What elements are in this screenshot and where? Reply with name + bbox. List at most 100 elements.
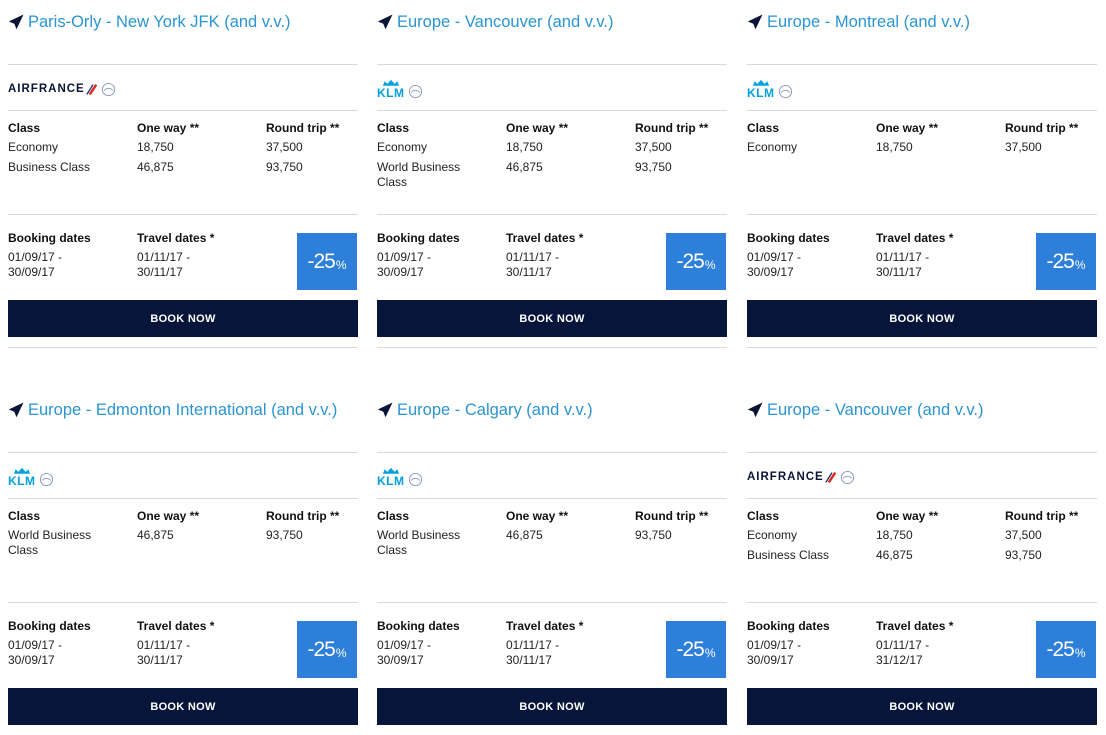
route-heading[interactable]: Europe - Vancouver (and v.v.): [747, 399, 1097, 421]
airfrance-logo: AIRFRANCE: [8, 82, 116, 97]
travel-dates-value: 01/11/17 -30/11/17: [137, 638, 191, 667]
airline-logo: KLM: [8, 464, 54, 490]
fare-class: World Business Class: [377, 528, 461, 557]
travel-dates-value: 01/11/17 -30/11/17: [137, 250, 191, 279]
airline-logo: KLM: [747, 76, 793, 102]
one-way-header: One way **: [137, 121, 200, 135]
plane-icon: [747, 402, 763, 418]
one-way-header: One way **: [876, 509, 939, 523]
divider: [747, 347, 1097, 348]
plane-icon: [8, 14, 24, 30]
route-heading[interactable]: Europe - Edmonton International (and v.v…: [8, 399, 358, 421]
route-title[interactable]: Europe - Montreal (and v.v.): [767, 13, 970, 32]
round-trip-header: Round trip **: [266, 509, 340, 523]
book-now-button[interactable]: BOOK NOW: [747, 300, 1097, 337]
divider: [747, 214, 1097, 215]
discount-badge: -25%: [1036, 621, 1096, 678]
fare-one-way: 46,875: [137, 160, 174, 174]
booking-dates-label: Booking dates: [377, 231, 460, 245]
divider: [377, 602, 727, 603]
divider: [377, 498, 727, 499]
fare-one-way: 46,875: [137, 528, 174, 542]
skyteam-icon: [408, 84, 422, 99]
booking-dates-value: 01/09/17 -30/09/17: [747, 638, 802, 667]
fare-class: Economy: [377, 140, 428, 154]
one-way-header: One way **: [506, 121, 569, 135]
class-header: Class: [747, 509, 780, 523]
fare-class: Business Class: [747, 548, 830, 562]
divider: [8, 214, 358, 215]
fare-one-way: 46,875: [876, 548, 913, 562]
route-title[interactable]: Europe - Vancouver (and v.v.): [397, 13, 613, 32]
discount-badge: -25%: [666, 233, 726, 290]
route-heading[interactable]: Europe - Vancouver (and v.v.): [377, 11, 727, 33]
fare-round-trip: 37,500: [635, 140, 672, 154]
book-now-button[interactable]: BOOK NOW: [747, 688, 1097, 725]
class-header: Class: [747, 121, 780, 135]
route-title[interactable]: Europe - Edmonton International (and v.v…: [28, 401, 337, 420]
class-header: Class: [8, 121, 41, 135]
offer-card: Europe - Edmonton International (and v.v…: [8, 388, 358, 733]
divider: [8, 110, 358, 111]
plane-icon: [377, 402, 393, 418]
travel-dates-value: 01/11/17 -30/11/17: [506, 250, 560, 279]
booking-dates-value: 01/09/17 -30/09/17: [377, 250, 432, 279]
divider: [747, 602, 1097, 603]
discount-badge: -25%: [666, 621, 726, 678]
fare-class: World Business Class: [8, 528, 92, 557]
divider: [377, 347, 727, 348]
divider: [377, 214, 727, 215]
discount-badge: -25%: [297, 233, 357, 290]
route-heading[interactable]: Paris-Orly - New York JFK (and v.v.): [8, 11, 358, 33]
fare-class: Business Class: [8, 160, 91, 174]
offers-grid: Paris-Orly - New York JFK (and v.v.) AIR…: [0, 0, 1106, 735]
offer-card: Europe - Montreal (and v.v.) KLM Class O…: [747, 0, 1097, 348]
travel-dates-value: 01/11/17 -31/12/17: [876, 638, 930, 667]
route-title[interactable]: Paris-Orly - New York JFK (and v.v.): [28, 13, 291, 32]
book-now-button[interactable]: BOOK NOW: [377, 688, 727, 725]
booking-dates-label: Booking dates: [8, 619, 91, 633]
fare-one-way: 18,750: [137, 140, 174, 154]
book-now-button[interactable]: BOOK NOW: [8, 688, 358, 725]
airfrance-stripe-icon: [825, 471, 837, 483]
fare-round-trip: 37,500: [1005, 528, 1042, 542]
fare-one-way: 18,750: [876, 140, 913, 154]
divider: [8, 498, 358, 499]
booking-dates-value: 01/09/17 -30/09/17: [747, 250, 802, 279]
offer-card: Europe - Calgary (and v.v.) KLM Class On…: [377, 388, 727, 733]
booking-dates-label: Booking dates: [747, 619, 830, 633]
fare-round-trip: 93,750: [266, 160, 303, 174]
offer-card: Paris-Orly - New York JFK (and v.v.) AIR…: [8, 0, 358, 348]
divider: [8, 602, 358, 603]
airline-logo: AIRFRANCE: [8, 76, 116, 102]
route-heading[interactable]: Europe - Montreal (and v.v.): [747, 11, 1097, 33]
travel-dates-label: Travel dates *: [876, 619, 954, 633]
divider: [8, 347, 358, 348]
fare-one-way: 18,750: [876, 528, 913, 542]
booking-dates-value: 01/09/17 -30/09/17: [377, 638, 432, 667]
klm-logo: KLM: [747, 79, 793, 99]
fare-round-trip: 37,500: [266, 140, 303, 154]
one-way-header: One way **: [137, 509, 200, 523]
class-header: Class: [377, 509, 410, 523]
fare-round-trip: 93,750: [1005, 548, 1042, 562]
skyteam-icon: [39, 472, 53, 487]
fare-round-trip: 93,750: [266, 528, 303, 542]
travel-dates-label: Travel dates *: [876, 231, 954, 245]
divider: [377, 64, 727, 65]
book-now-button[interactable]: BOOK NOW: [8, 300, 358, 337]
fare-class: Economy: [747, 140, 798, 154]
route-title[interactable]: Europe - Calgary (and v.v.): [397, 401, 593, 420]
airline-logo: KLM: [377, 76, 423, 102]
airfrance-stripe-icon: [86, 83, 98, 95]
booking-dates-value: 01/09/17 -30/09/17: [8, 250, 63, 279]
round-trip-header: Round trip **: [635, 509, 709, 523]
klm-logo: KLM: [377, 467, 423, 487]
discount-badge: -25%: [297, 621, 357, 678]
book-now-button[interactable]: BOOK NOW: [377, 300, 727, 337]
klm-logo: KLM: [8, 467, 54, 487]
route-title[interactable]: Europe - Vancouver (and v.v.): [767, 401, 983, 420]
skyteam-icon: [408, 472, 422, 487]
route-heading[interactable]: Europe - Calgary (and v.v.): [377, 399, 727, 421]
divider: [377, 110, 727, 111]
